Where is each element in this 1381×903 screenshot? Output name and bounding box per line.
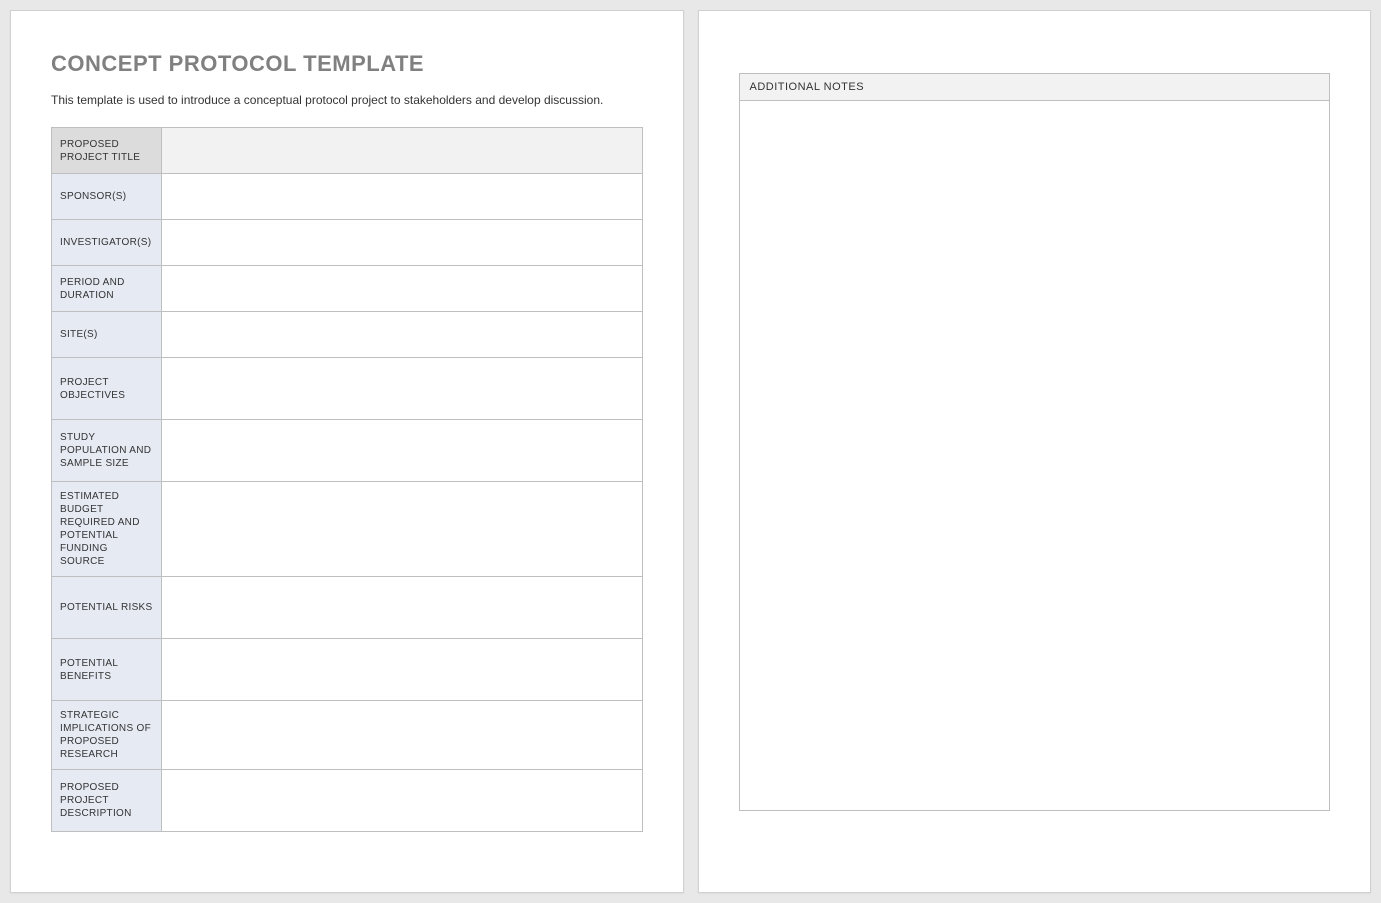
row-investigators: INVESTIGATOR(S) xyxy=(52,220,643,266)
label-proposed-project-description: PROPOSED PROJECT DESCRIPTION xyxy=(52,770,162,832)
label-potential-risks: POTENTIAL RISKS xyxy=(52,577,162,639)
value-estimated-budget[interactable] xyxy=(162,482,643,577)
label-investigators: INVESTIGATOR(S) xyxy=(52,220,162,266)
page-2: ADDITIONAL NOTES xyxy=(698,10,1372,893)
additional-notes-body[interactable] xyxy=(739,101,1330,811)
additional-notes-table: ADDITIONAL NOTES xyxy=(739,73,1331,811)
value-potential-benefits[interactable] xyxy=(162,639,643,701)
value-project-objectives[interactable] xyxy=(162,358,643,420)
value-investigators[interactable] xyxy=(162,220,643,266)
value-proposed-project-title[interactable] xyxy=(162,128,643,174)
label-sites: SITE(S) xyxy=(52,312,162,358)
row-sponsors: SPONSOR(S) xyxy=(52,174,643,220)
value-sites[interactable] xyxy=(162,312,643,358)
label-sponsors: SPONSOR(S) xyxy=(52,174,162,220)
value-period-duration[interactable] xyxy=(162,266,643,312)
label-potential-benefits: POTENTIAL BENEFITS xyxy=(52,639,162,701)
row-sites: SITE(S) xyxy=(52,312,643,358)
row-proposed-project-title: PROPOSED PROJECT TITLE xyxy=(52,128,643,174)
label-estimated-budget: ESTIMATED BUDGET REQUIRED AND POTENTIAL … xyxy=(52,482,162,577)
row-estimated-budget: ESTIMATED BUDGET REQUIRED AND POTENTIAL … xyxy=(52,482,643,577)
row-proposed-project-description: PROPOSED PROJECT DESCRIPTION xyxy=(52,770,643,832)
value-proposed-project-description[interactable] xyxy=(162,770,643,832)
row-potential-benefits: POTENTIAL BENEFITS xyxy=(52,639,643,701)
row-project-objectives: PROJECT OBJECTIVES xyxy=(52,358,643,420)
protocol-form-table: PROPOSED PROJECT TITLE SPONSOR(S) INVEST… xyxy=(51,127,643,832)
label-proposed-project-title: PROPOSED PROJECT TITLE xyxy=(52,128,162,174)
row-potential-risks: POTENTIAL RISKS xyxy=(52,577,643,639)
row-strategic-implications: STRATEGIC IMPLICATIONS OF PROPOSED RESEA… xyxy=(52,701,643,770)
additional-notes-header: ADDITIONAL NOTES xyxy=(739,74,1330,101)
document-title: CONCEPT PROTOCOL TEMPLATE xyxy=(51,51,643,77)
value-strategic-implications[interactable] xyxy=(162,701,643,770)
page-1: CONCEPT PROTOCOL TEMPLATE This template … xyxy=(10,10,684,893)
row-period-duration: PERIOD AND DURATION xyxy=(52,266,643,312)
label-strategic-implications: STRATEGIC IMPLICATIONS OF PROPOSED RESEA… xyxy=(52,701,162,770)
label-period-duration: PERIOD AND DURATION xyxy=(52,266,162,312)
label-study-population: STUDY POPULATION AND SAMPLE SIZE xyxy=(52,420,162,482)
intro-text: This template is used to introduce a con… xyxy=(51,93,643,107)
value-potential-risks[interactable] xyxy=(162,577,643,639)
value-sponsors[interactable] xyxy=(162,174,643,220)
row-study-population: STUDY POPULATION AND SAMPLE SIZE xyxy=(52,420,643,482)
value-study-population[interactable] xyxy=(162,420,643,482)
label-project-objectives: PROJECT OBJECTIVES xyxy=(52,358,162,420)
